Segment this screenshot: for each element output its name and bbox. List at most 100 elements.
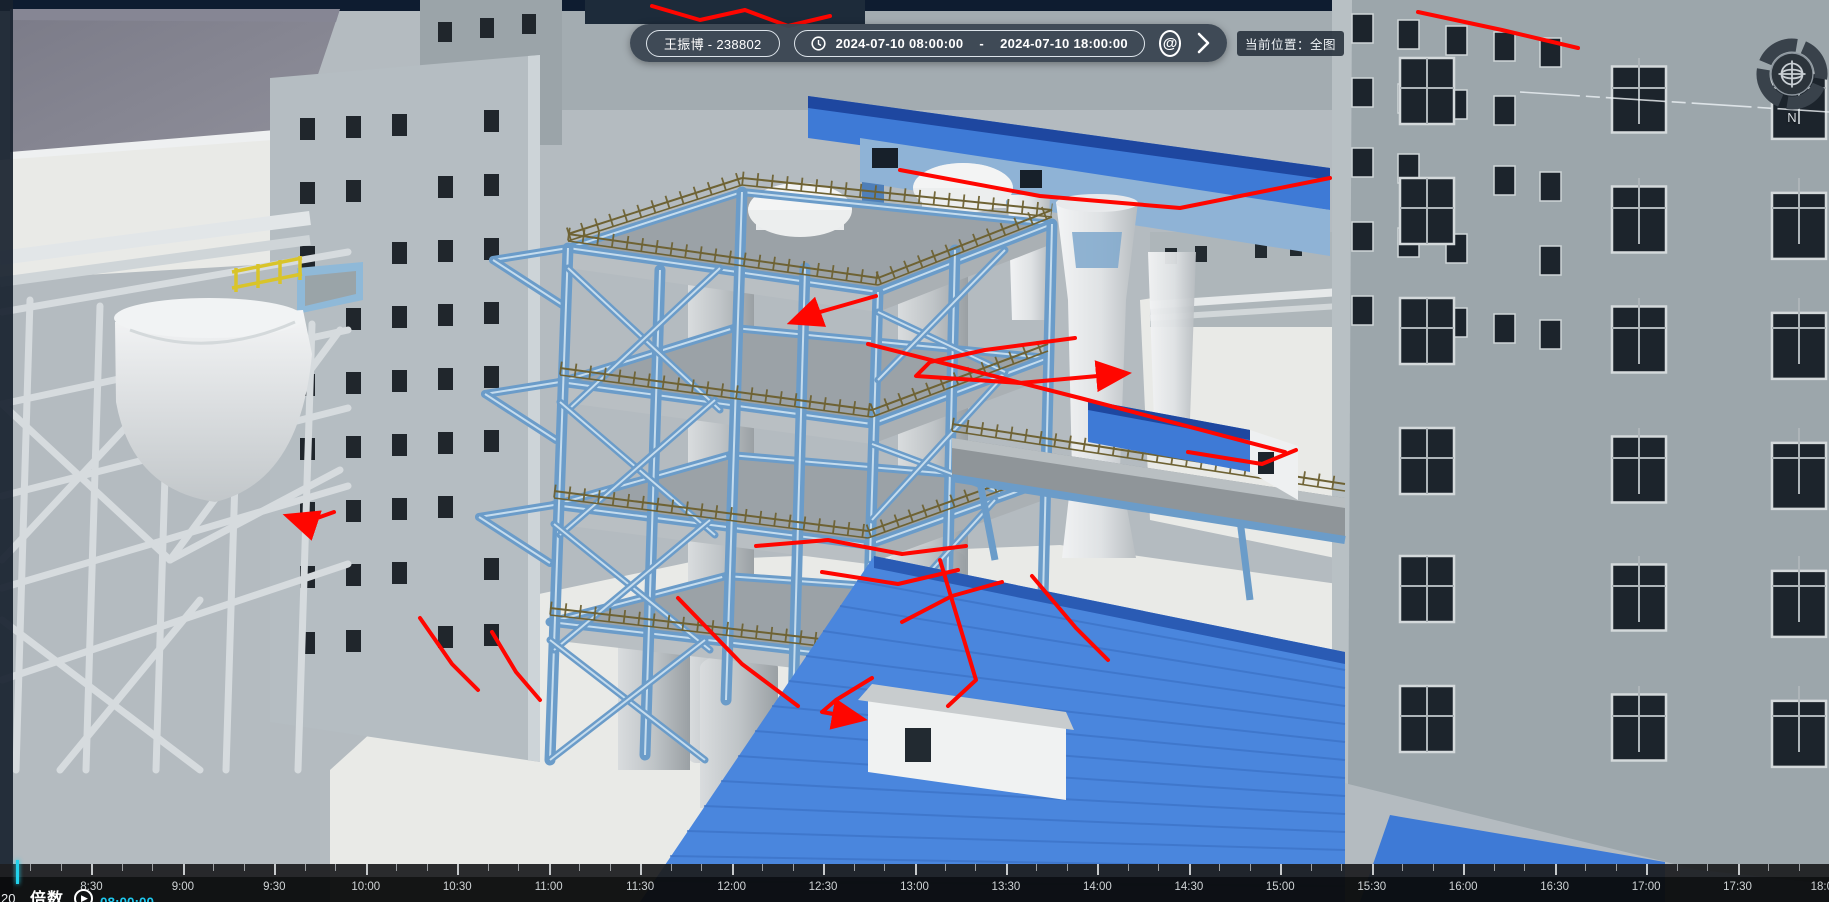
play-icon: ▶	[81, 893, 88, 902]
clock-icon	[811, 36, 826, 51]
timeline-minor-tick	[1677, 864, 1678, 871]
right-building	[1332, 0, 1829, 902]
timeline-time-label: 9:30	[263, 881, 285, 893]
timeline-minor-tick	[305, 864, 306, 871]
timeline-major-tick	[183, 864, 185, 875]
timeline-time-label: 14:00	[1083, 881, 1112, 893]
timeline-major-tick	[1738, 864, 1740, 875]
dark-roof-block	[585, 0, 865, 24]
timeline-time-label: 16:30	[1540, 881, 1569, 893]
timeline-major-tick	[1555, 864, 1557, 875]
compass-north-label: N	[1752, 110, 1829, 125]
timeline-minor-tick	[1799, 864, 1800, 871]
timeline-major-tick	[91, 864, 93, 875]
timeline-minor-tick	[396, 864, 397, 871]
timeline-time-label: 16:00	[1449, 881, 1478, 893]
current-location-text: 当前位置：全图	[1245, 38, 1336, 52]
timeline-minor-tick	[1433, 864, 1434, 871]
timeline-minor-tick	[122, 864, 123, 871]
timeline-minor-tick	[1707, 864, 1708, 871]
viewport-edge	[0, 0, 13, 902]
time-start: 2024-07-10 08:00:00	[836, 36, 964, 51]
speed-label: 倍数	[30, 885, 64, 902]
timeline-time-label: 10:00	[351, 881, 380, 893]
timeline-time-label: 11:30	[626, 881, 654, 893]
timeline-time-label: 17:30	[1723, 881, 1752, 893]
current-time-label: 08:00:00	[100, 895, 154, 902]
timeline-minor-tick	[671, 864, 672, 871]
time-separator: -	[973, 36, 990, 51]
timeline-time-label: 15:00	[1266, 881, 1295, 893]
timeline-minor-tick	[427, 864, 428, 871]
timeline-time-label: 13:00	[900, 881, 929, 893]
timeline-major-tick	[274, 864, 276, 875]
timeline-minor-tick	[1616, 864, 1617, 871]
timeline-major-tick	[1280, 864, 1282, 875]
speed-value-fragment: 20	[1, 891, 15, 902]
timeline-major-tick	[640, 864, 642, 875]
timeline-time-label: 11:00	[535, 881, 563, 893]
timeline-major-tick	[1189, 864, 1191, 875]
timeline-time-label: 10:30	[443, 881, 472, 893]
timeline-minor-tick	[61, 864, 62, 871]
timeline-minor-tick	[1158, 864, 1159, 871]
timeline-time-label: 12:30	[809, 881, 838, 893]
timeline-minor-tick	[335, 864, 336, 871]
timeline-major-tick	[1097, 864, 1099, 875]
timeline-playhead[interactable]	[16, 860, 19, 884]
timeline-track[interactable]	[0, 864, 1829, 877]
timeline-time-label: 15:30	[1357, 881, 1386, 893]
timeline-minor-tick	[610, 864, 611, 871]
timeline-major-tick	[732, 864, 734, 875]
timeline-time-label: 9:00	[172, 881, 194, 893]
timeline-labels: 8:309:009:3010:0010:3011:0011:3012:0012:…	[0, 877, 1829, 902]
timeline-minor-tick	[30, 864, 31, 871]
timeline-minor-tick	[1036, 864, 1037, 871]
timeline-minor-tick	[213, 864, 214, 871]
3d-viewport[interactable]: 王振博 - 238802 2024-07-10 08:00:00 - 2024-…	[0, 0, 1829, 902]
time-range-picker[interactable]: 2024-07-10 08:00:00 - 2024-07-10 18:00:0…	[794, 30, 1145, 57]
timeline-minor-tick	[793, 864, 794, 871]
timeline-minor-tick	[884, 864, 885, 871]
view-compass[interactable]: N	[1752, 36, 1829, 128]
timeline-major-tick	[823, 864, 825, 875]
locate-search-button[interactable]: @	[1159, 30, 1181, 57]
timeline-minor-tick	[701, 864, 702, 871]
timeline-major-tick	[549, 864, 551, 875]
chevron-right-icon	[1196, 32, 1210, 54]
timeline-minor-tick	[488, 864, 489, 871]
timeline-minor-tick	[518, 864, 519, 871]
timeline-minor-tick	[975, 864, 976, 871]
timeline-minor-tick	[854, 864, 855, 871]
timeline-minor-tick	[579, 864, 580, 871]
timeline-time-label: 13:30	[992, 881, 1021, 893]
person-selector[interactable]: 王振博 - 238802	[646, 30, 780, 57]
timeline-minor-tick	[1494, 864, 1495, 871]
time-end: 2024-07-10 18:00:00	[1000, 36, 1128, 51]
playback-timeline: 8:309:009:3010:0010:3011:0011:3012:0012:…	[0, 864, 1829, 902]
timeline-minor-tick	[1768, 864, 1769, 871]
plant-scene	[0, 0, 1829, 902]
timeline-minor-tick	[1341, 864, 1342, 871]
timeline-major-tick	[915, 864, 917, 875]
track-query-bar: 王振博 - 238802 2024-07-10 08:00:00 - 2024-…	[630, 24, 1227, 62]
timeline-major-tick	[1463, 864, 1465, 875]
compass-gizmo	[1752, 36, 1829, 116]
person-label: 王振博 - 238802	[664, 34, 762, 53]
timeline-minor-tick	[1128, 864, 1129, 871]
timeline-minor-tick	[152, 864, 153, 871]
timeline-minor-tick	[762, 864, 763, 871]
timeline-major-tick	[457, 864, 459, 875]
timeline-time-label: 14:30	[1174, 881, 1203, 893]
timeline-minor-tick	[1585, 864, 1586, 871]
play-next-button[interactable]	[1195, 31, 1211, 55]
timeline-major-tick	[1646, 864, 1648, 875]
timeline-time-label: 17:00	[1632, 881, 1661, 893]
timeline-major-tick	[366, 864, 368, 875]
play-button[interactable]: ▶	[74, 889, 93, 902]
timeline-major-tick	[1006, 864, 1008, 875]
timeline-minor-tick	[1524, 864, 1525, 871]
timeline-major-tick	[1372, 864, 1374, 875]
timeline-minor-tick	[1402, 864, 1403, 871]
timeline-minor-tick	[1219, 864, 1220, 871]
